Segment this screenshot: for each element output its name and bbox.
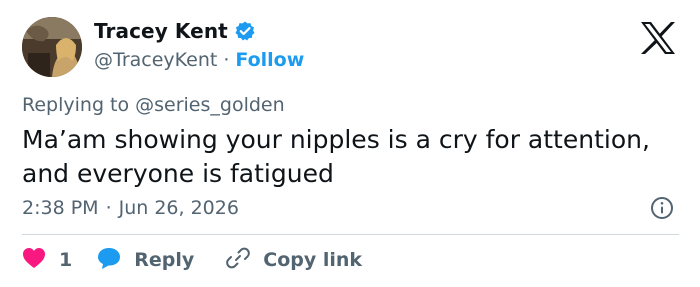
heart-icon (22, 247, 46, 273)
tweet-time: 2:38 PM (22, 197, 99, 219)
separator-dot: · (223, 49, 230, 71)
reply-label: Reply (134, 249, 195, 271)
follow-button[interactable]: Follow (235, 48, 304, 72)
like-count: 1 (59, 249, 73, 271)
author-handle[interactable]: @TraceyKent (94, 48, 217, 72)
replying-to-label: Replying to (22, 94, 130, 116)
tweet-embed-card: Tracey Kent @TraceyKent · Follow Replyin… (0, 0, 700, 287)
avatar[interactable] (22, 17, 82, 77)
replying-to-line: Replying to @series_golden (22, 93, 285, 117)
tweet-actions: 1 Reply Copy link (22, 246, 362, 274)
reply-mention-link[interactable]: @series_golden (135, 93, 285, 117)
tweet-timestamp[interactable]: 2:38 PM · Jun 26, 2026 (22, 196, 239, 220)
link-icon (225, 245, 251, 275)
author-name-row: Tracey Kent (94, 19, 256, 43)
reply-bubble-icon (96, 246, 122, 274)
divider (22, 234, 679, 235)
tweet-text: Ma’am showing your nipples is a cry for … (22, 125, 650, 188)
author-handle-row: @TraceyKent · Follow (94, 48, 304, 72)
copy-link-label: Copy link (263, 249, 363, 271)
verified-badge-icon (234, 20, 256, 42)
reply-button[interactable]: Reply (96, 246, 194, 274)
tweet-date: Jun 26, 2026 (118, 197, 239, 219)
avatar-photo (22, 17, 82, 77)
info-icon[interactable] (650, 196, 674, 220)
x-logo-icon[interactable] (638, 20, 678, 56)
like-button[interactable]: 1 (22, 247, 72, 273)
copy-link-button[interactable]: Copy link (225, 245, 362, 275)
author-display-name[interactable]: Tracey Kent (94, 19, 228, 43)
separator-dot: · (105, 197, 112, 219)
